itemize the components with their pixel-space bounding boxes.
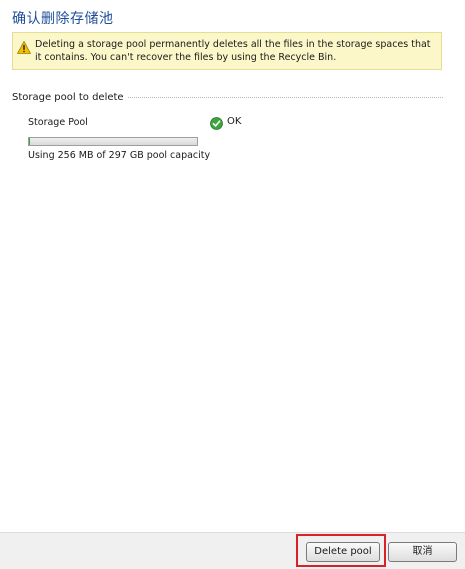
- section-label: Storage pool to delete: [12, 92, 128, 103]
- delete-storage-pool-dialog: 确认删除存储池 Deleting a storage pool permanen…: [0, 0, 465, 569]
- warning-banner: Deleting a storage pool permanently dele…: [12, 32, 442, 70]
- warning-icon: [16, 39, 32, 54]
- dialog-title: 确认删除存储池: [12, 11, 114, 27]
- capacity-text: Using 256 MB of 297 GB pool capacity: [28, 150, 211, 161]
- pool-status: OK: [227, 116, 242, 127]
- storage-pool-name: Storage Pool: [28, 117, 88, 128]
- capacity-bar: [28, 137, 198, 146]
- check-circle-icon: [210, 115, 223, 130]
- cancel-button[interactable]: 取消: [388, 542, 457, 562]
- warning-text: Deleting a storage pool permanently dele…: [35, 39, 431, 63]
- highlight-box: [296, 534, 386, 567]
